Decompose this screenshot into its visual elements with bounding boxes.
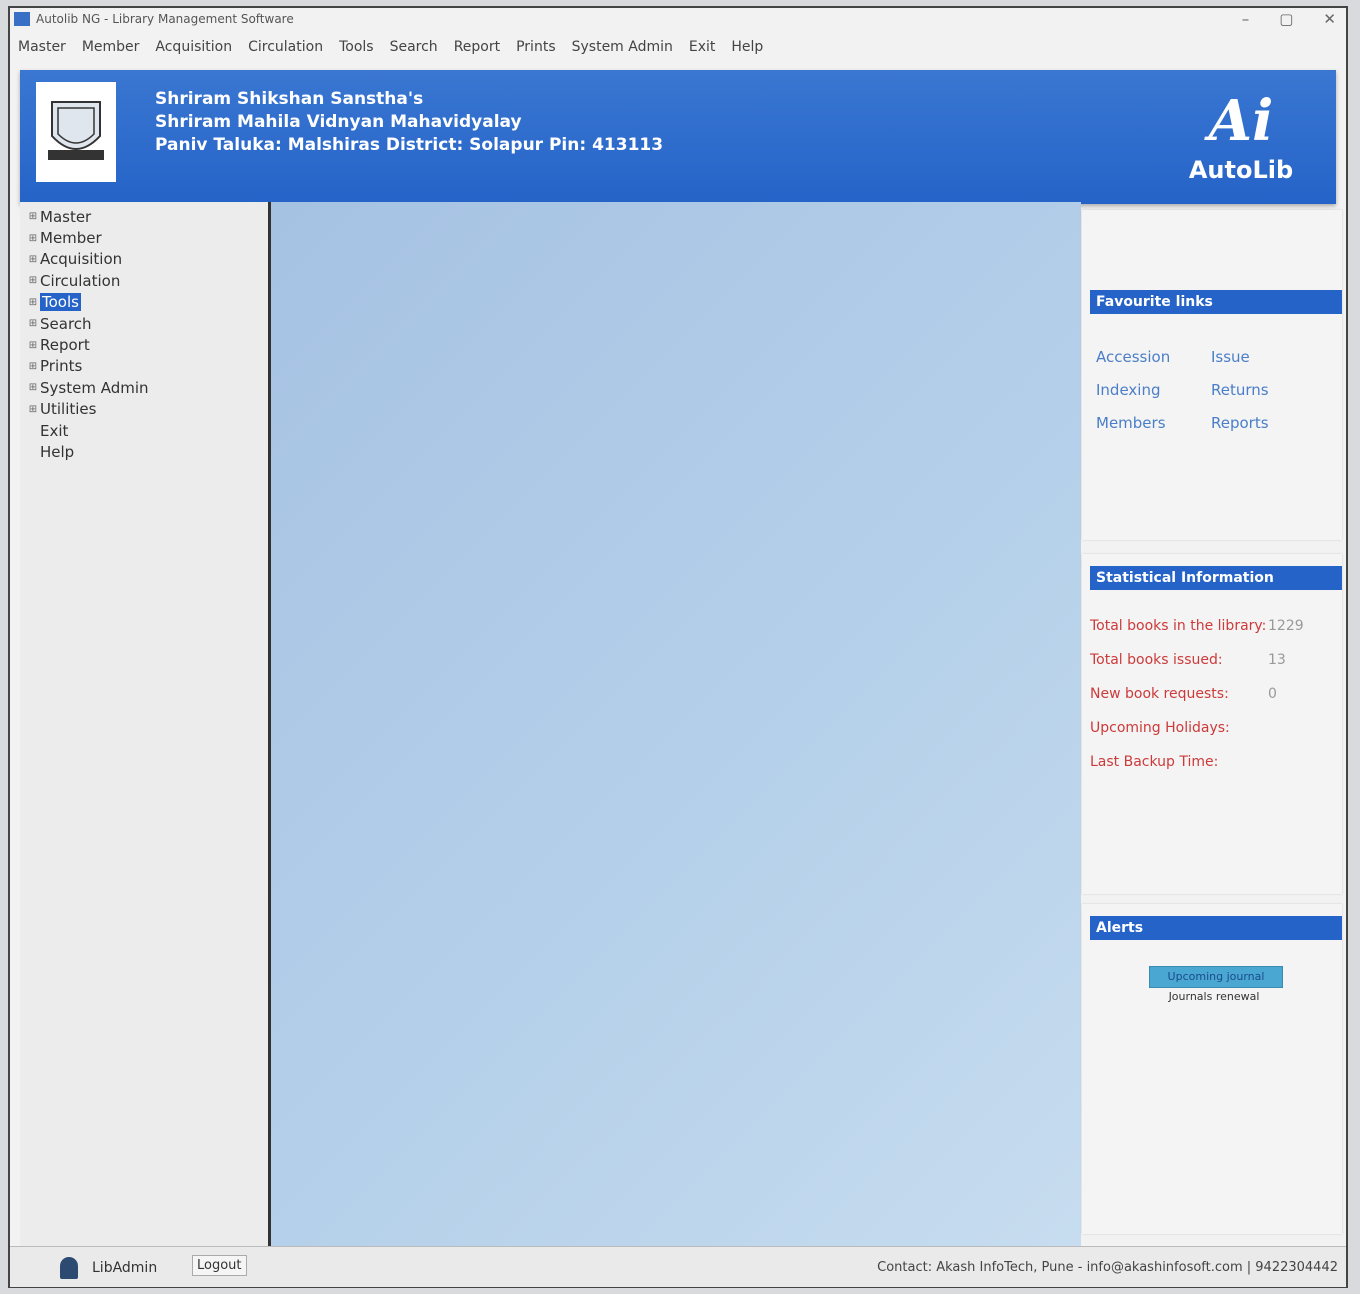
sidebar-item-utilities[interactable]: ⊞ Utilities — [26, 399, 268, 420]
sidebar-item-member[interactable]: ⊞ Member — [26, 227, 268, 248]
org-name: Shriram Shikshan Sanstha's — [155, 89, 424, 109]
sidebar-item-prints[interactable]: ⊞ Prints — [26, 356, 268, 377]
main-workspace — [271, 202, 1081, 1246]
link-issue[interactable]: Issue — [1211, 348, 1311, 366]
menu-system-admin[interactable]: System Admin — [572, 39, 673, 55]
header-banner: Shriram Shikshan Sanstha's Shriram Mahil… — [20, 70, 1336, 204]
expand-icon[interactable]: ⊞ — [26, 340, 40, 351]
journals-renewal-button[interactable]: Journals renewal — [1149, 990, 1279, 1003]
autolib-brand: Ai AutoLib — [1186, 86, 1296, 184]
sidebar-item-system-admin[interactable]: ⊞ System Admin — [26, 377, 268, 398]
menu-exit[interactable]: Exit — [689, 39, 716, 55]
menu-search[interactable]: Search — [390, 39, 438, 55]
stat-total-books: Total books in the library: 1229 — [1090, 618, 1304, 634]
college-address: Paniv Taluka: Malshiras District: Solapu… — [155, 135, 664, 155]
link-indexing[interactable]: Indexing — [1096, 381, 1211, 399]
expand-icon[interactable]: ⊞ — [26, 297, 40, 308]
link-members[interactable]: Members — [1096, 414, 1211, 432]
upcoming-journal-button[interactable]: Upcoming journal — [1149, 966, 1283, 988]
expand-icon[interactable]: ⊞ — [26, 254, 40, 265]
link-accession[interactable]: Accession — [1096, 348, 1211, 366]
current-user: LibAdmin — [60, 1257, 157, 1279]
stat-new-requests: New book requests: 0 — [1090, 686, 1277, 702]
expand-icon[interactable]: ⊞ — [26, 211, 40, 222]
menu-bar: Master Member Acquisition Circulation To… — [10, 34, 771, 60]
alerts-title: Alerts — [1090, 916, 1342, 940]
brand-name: AutoLib — [1188, 156, 1294, 184]
expand-icon[interactable]: ⊞ — [26, 404, 40, 415]
nav-tree: ⊞ Master ⊞ Member ⊞ Acquisition ⊞ Circulatio… — [20, 202, 268, 463]
alerts-panel: Alerts Upcoming journal Journals renewal — [1082, 904, 1342, 1234]
sidebar-item-search[interactable]: ⊞ Search — [26, 313, 268, 334]
title-bar: Autolib NG - Library Management Software… — [10, 8, 1346, 30]
sidebar-item-circulation[interactable]: ⊞ Circulation — [26, 270, 268, 291]
favourite-links-title: Favourite links — [1090, 290, 1342, 314]
link-returns[interactable]: Returns — [1211, 381, 1311, 399]
maximize-button[interactable]: ▢ — [1279, 10, 1293, 28]
menu-circulation[interactable]: Circulation — [248, 39, 323, 55]
favourite-links-panel: Favourite links Accession Issue Indexing… — [1082, 210, 1342, 540]
window-title: Autolib NG - Library Management Software — [36, 12, 294, 26]
expand-icon[interactable]: ⊞ — [26, 382, 40, 393]
app-window: Autolib NG - Library Management Software… — [8, 6, 1348, 1288]
menu-report[interactable]: Report — [454, 39, 500, 55]
stat-upcoming-holidays: Upcoming Holidays: — [1090, 720, 1230, 736]
sidebar-item-tools[interactable]: ⊞ Tools — [26, 292, 268, 313]
menu-tools[interactable]: Tools — [339, 39, 374, 55]
contact-info: Contact: Akash InfoTech, Pune - info@aka… — [877, 1260, 1338, 1275]
user-icon — [60, 1257, 78, 1279]
statistics-title: Statistical Information — [1090, 566, 1342, 590]
status-bar: LibAdmin Logout Contact: Akash InfoTech,… — [10, 1246, 1346, 1287]
institution-logo — [36, 82, 116, 182]
sidebar-item-exit[interactable]: Exit — [26, 420, 268, 441]
sidebar-item-help[interactable]: Help — [26, 441, 268, 462]
menu-member[interactable]: Member — [82, 39, 140, 55]
expand-icon[interactable]: ⊞ — [26, 361, 40, 372]
link-reports[interactable]: Reports — [1211, 414, 1311, 432]
sidebar-item-master[interactable]: ⊞ Master — [26, 206, 268, 227]
logout-button[interactable]: Logout — [192, 1255, 247, 1276]
autolib-logo-icon: Ai — [1208, 88, 1274, 154]
stat-last-backup: Last Backup Time: — [1090, 754, 1219, 770]
statistics-panel: Statistical Information Total books in t… — [1082, 554, 1342, 894]
menu-prints[interactable]: Prints — [516, 39, 556, 55]
sidebar: ⊞ Master ⊞ Member ⊞ Acquisition ⊞ Circulatio… — [20, 202, 271, 1246]
close-button[interactable]: ✕ — [1323, 10, 1336, 28]
sidebar-item-acquisition[interactable]: ⊞ Acquisition — [26, 249, 268, 270]
app-icon — [14, 12, 30, 26]
menu-help[interactable]: Help — [731, 39, 763, 55]
stat-books-issued: Total books issued: 13 — [1090, 652, 1286, 668]
username: LibAdmin — [92, 1260, 158, 1276]
minimize-button[interactable]: – — [1242, 10, 1250, 28]
expand-icon[interactable]: ⊞ — [26, 275, 40, 286]
sidebar-item-report[interactable]: ⊞ Report — [26, 334, 268, 355]
college-name: Shriram Mahila Vidnyan Mahavidyalay — [155, 112, 522, 132]
expand-icon[interactable]: ⊞ — [26, 233, 40, 244]
expand-icon[interactable]: ⊞ — [26, 318, 40, 329]
menu-acquisition[interactable]: Acquisition — [155, 39, 232, 55]
menu-master[interactable]: Master — [18, 39, 66, 55]
